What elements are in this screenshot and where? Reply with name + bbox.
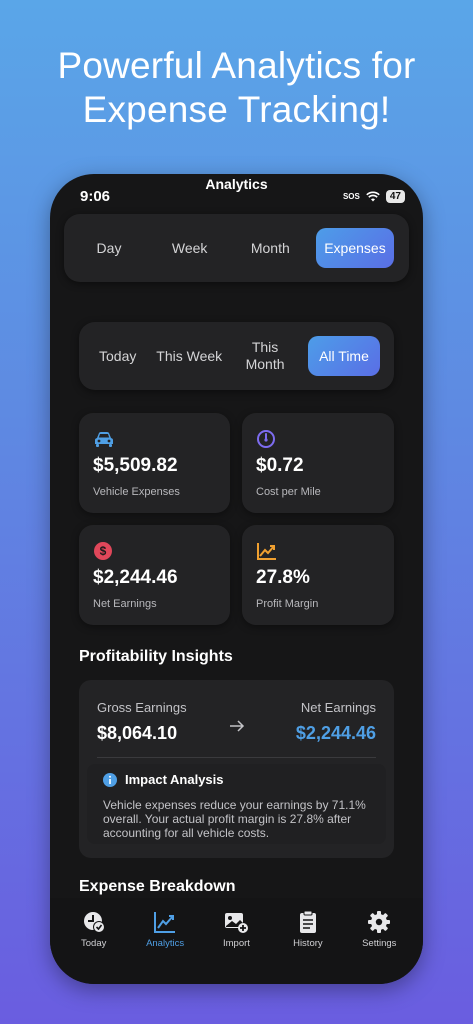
tab-import-label: Import: [223, 938, 250, 949]
tab-week[interactable]: Week: [155, 240, 225, 256]
info-icon: [103, 772, 117, 787]
svg-text:$: $: [100, 544, 107, 558]
vehicle-expenses-card: $5,509.82 Vehicle Expenses: [79, 413, 230, 513]
chart-icon: [154, 912, 176, 933]
profit-margin-value: 27.8%: [256, 567, 310, 588]
impact-analysis-text: Vehicle expenses reduce your earnings by…: [103, 798, 366, 840]
net-earnings-insight-value: $2,244.46: [295, 723, 376, 743]
tab-today[interactable]: Today: [62, 898, 126, 984]
profitability-insights-card: Gross Earnings $8,064.10 Net Earnings $2…: [79, 680, 394, 858]
gear-icon: [368, 911, 391, 933]
bottom-tab-bar: Today Analytics Import History Settings: [50, 898, 423, 984]
clock-check-icon: [83, 912, 105, 933]
range-segmented-control: Today This Week This Month All Time: [79, 322, 394, 390]
profit-margin-label: Profit Margin: [256, 598, 319, 610]
vehicle-expenses-value: $5,509.82: [93, 455, 178, 476]
impact-analysis-title: Impact Analysis: [125, 772, 224, 787]
tab-settings[interactable]: Settings: [347, 898, 411, 984]
promo-headline: Powerful Analytics for Expense Tracking!: [0, 44, 473, 132]
divider: [97, 757, 376, 758]
tab-analytics-label: Analytics: [146, 938, 185, 949]
period-segmented-control: Day Week Month Expenses: [64, 214, 409, 282]
profitability-insights-title: Profitability Insights: [79, 648, 233, 665]
phone-screen: 9:06 Analytics SOS 47 Day Week Month Exp…: [50, 174, 423, 984]
range-this-week[interactable]: This Week: [156, 348, 222, 364]
status-indicators: SOS 47: [343, 190, 405, 203]
gross-earnings-label: Gross Earnings: [97, 700, 187, 715]
promo-headline-line2: Expense Tracking!: [82, 89, 391, 130]
net-earnings-insight-label: Net Earnings: [300, 700, 376, 715]
profit-margin-card: 27.8% Profit Margin: [242, 525, 394, 625]
dollar-icon: $: [94, 542, 112, 560]
battery-indicator: 47: [385, 190, 405, 203]
tab-settings-label: Settings: [362, 938, 397, 949]
range-today[interactable]: Today: [99, 348, 136, 364]
cost-per-mile-card: $0.72 Cost per Mile: [242, 413, 394, 513]
tab-analytics[interactable]: Analytics: [133, 898, 197, 984]
vehicle-expenses-label: Vehicle Expenses: [93, 486, 180, 498]
tab-expenses[interactable]: Expenses: [315, 228, 394, 268]
tab-month[interactable]: Month: [235, 240, 305, 256]
tab-today-label: Today: [81, 938, 107, 949]
image-plus-icon: [225, 913, 249, 933]
impact-analysis-header: Impact Analysis: [103, 772, 224, 787]
gauge-icon: [257, 430, 275, 448]
tab-history[interactable]: History: [276, 898, 340, 984]
gross-earnings-value: $8,064.10: [97, 723, 178, 743]
wifi-icon: [366, 191, 380, 202]
tab-history-label: History: [293, 938, 323, 949]
tab-day[interactable]: Day: [74, 240, 144, 256]
sos-indicator: SOS: [342, 192, 360, 201]
trend-chart-icon: [257, 543, 276, 560]
range-all-time[interactable]: All Time: [308, 336, 380, 376]
net-earnings-value: $2,244.46: [93, 567, 178, 588]
clipboard-icon: [299, 910, 316, 933]
range-this-month[interactable]: This Month: [242, 339, 288, 373]
tab-import[interactable]: Import: [204, 898, 268, 984]
expense-breakdown-title: Expense Breakdown: [79, 878, 236, 895]
net-earnings-label: Net Earnings: [93, 598, 157, 610]
arrow-right-icon: [230, 720, 245, 732]
promo-headline-line1: Powerful Analytics for: [57, 45, 416, 86]
net-earnings-card: $ $2,244.46 Net Earnings: [79, 525, 230, 625]
cost-per-mile-label: Cost per Mile: [256, 486, 321, 498]
cost-per-mile-value: $0.72: [256, 455, 304, 476]
car-icon: [95, 432, 113, 447]
impact-analysis-box: Impact Analysis Vehicle expenses reduce …: [87, 764, 386, 844]
